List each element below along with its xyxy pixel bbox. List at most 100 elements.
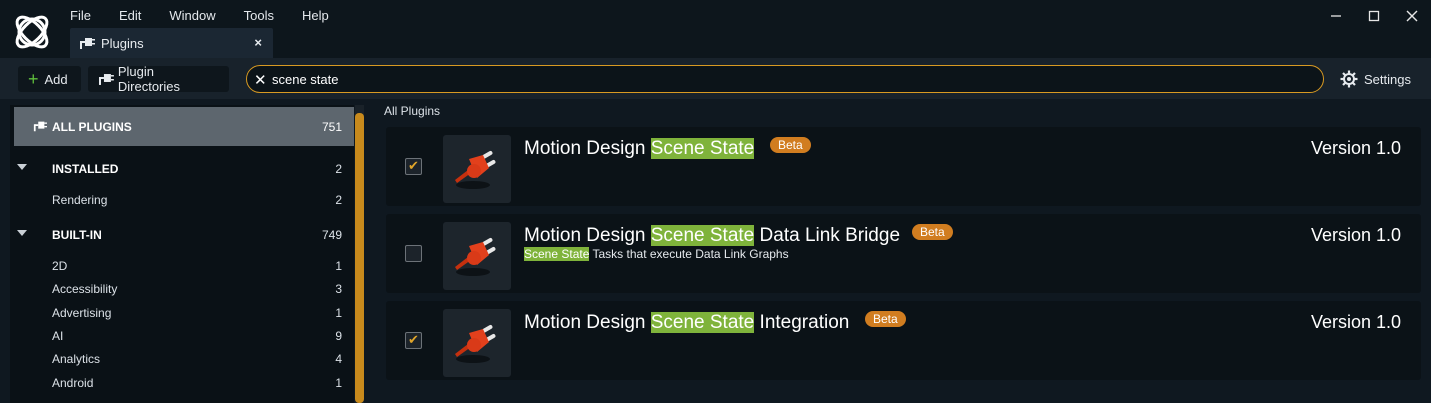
search-query: scene state — [272, 72, 339, 87]
title-bar: File Edit Window Tools Help Plugins × — [0, 0, 1431, 62]
app-logo-icon[interactable] — [10, 10, 54, 54]
checkmark-icon: ✔ — [408, 332, 419, 347]
sidebar-item-count: 2 — [335, 193, 342, 207]
sidebar-item-ai[interactable]: AI 9 — [14, 325, 348, 347]
sidebar-item-label: BUILT-IN — [52, 228, 102, 242]
clear-search-icon[interactable]: ✕ — [254, 71, 267, 89]
plugin-card[interactable]: ✔ Motion Design Scene State Beta Version… — [386, 127, 1421, 206]
plugin-description: Scene State Tasks that execute Data Link… — [524, 247, 789, 261]
plugin-name-pre: Motion Design — [524, 138, 651, 159]
plugin-directories-label: Plugin Directories — [117, 64, 180, 94]
category-sidebar: ALL PLUGINS 751 INSTALLED 2 Rendering 2 … — [0, 99, 370, 403]
sidebar-scrollbar[interactable] — [355, 105, 364, 403]
plug-icon — [33, 121, 47, 132]
sidebar-item-count: 2 — [335, 162, 342, 176]
sidebar-item-count: 9 — [335, 329, 342, 343]
search-highlight: Scene State — [650, 225, 755, 246]
sidebar-item-label: 2D — [52, 259, 68, 273]
plugin-name-post: Integration — [754, 312, 850, 333]
plugin-name-pre: Motion Design — [524, 312, 651, 333]
menu-help[interactable]: Help — [302, 7, 329, 25]
settings-label: Settings — [1364, 71, 1411, 87]
enable-checkbox[interactable]: ✔ — [405, 332, 422, 349]
enable-checkbox[interactable]: ✔ — [405, 158, 422, 175]
list-heading: All Plugins — [384, 104, 441, 118]
checkmark-icon: ✔ — [408, 158, 419, 173]
minimize-icon — [1331, 15, 1341, 17]
maximize-button[interactable] — [1355, 0, 1393, 32]
sidebar-item-label: ALL PLUGINS — [52, 120, 132, 134]
sidebar-item-count: 3 — [335, 282, 342, 296]
plugin-version: Version 1.0 — [1310, 225, 1401, 245]
plug-icon — [98, 74, 114, 85]
sidebar-item-count: 749 — [321, 228, 342, 242]
sidebar-item-label: INSTALLED — [52, 162, 119, 176]
plugin-name: Motion Design Scene State — [524, 138, 755, 160]
sidebar-item-count: 4 — [335, 352, 342, 366]
add-button[interactable]: + Add — [18, 66, 81, 92]
plugin-directories-button[interactable]: Plugin Directories — [88, 64, 229, 94]
gear-icon — [1340, 70, 1358, 88]
beta-badge: Beta — [912, 224, 953, 240]
tab-close-button[interactable]: × — [254, 35, 262, 50]
close-window-button[interactable] — [1393, 0, 1431, 32]
plug-icon — [455, 325, 496, 363]
plugin-version: Version 1.0 — [1310, 312, 1401, 332]
sidebar-section-built-in[interactable]: BUILT-IN 749 — [14, 224, 348, 246]
plus-icon: + — [28, 69, 39, 89]
search-highlight: Scene State — [650, 138, 755, 159]
sidebar-item-android[interactable]: Android 1 — [14, 372, 348, 394]
chevron-down-icon[interactable] — [17, 164, 27, 170]
sidebar-item-analytics[interactable]: Analytics 4 — [14, 348, 348, 370]
menu-tools[interactable]: Tools — [244, 7, 274, 25]
sidebar-item-rendering[interactable]: Rendering 2 — [14, 189, 348, 211]
sidebar-item-label: Advertising — [52, 306, 112, 320]
plug-icon — [80, 38, 95, 49]
add-button-label: Add — [44, 71, 68, 87]
sidebar-item-2d[interactable]: 2D 1 — [14, 255, 348, 277]
menu-edit[interactable]: Edit — [119, 7, 141, 25]
plugin-list: All Plugins ✔ Motion Design Scene State … — [376, 99, 1431, 403]
search-highlight: Scene State — [650, 312, 755, 333]
plugin-name: Motion Design Scene State Integration — [524, 312, 849, 334]
plugin-description-text: Tasks that execute Data Link Graphs — [589, 247, 789, 261]
scrollbar-thumb[interactable] — [355, 113, 364, 403]
plugin-name-pre: Motion Design — [524, 225, 651, 246]
close-icon — [1406, 10, 1418, 22]
sidebar-item-advertising[interactable]: Advertising 1 — [14, 302, 348, 324]
search-input[interactable]: ✕ scene state — [246, 65, 1324, 93]
menu-window[interactable]: Window — [169, 7, 215, 25]
beta-badge: Beta — [865, 311, 906, 327]
beta-badge: Beta — [770, 137, 811, 153]
search-highlight: Scene State — [524, 247, 590, 261]
sidebar-item-label: Rendering — [52, 193, 108, 207]
tab-plugins[interactable]: Plugins × — [70, 28, 273, 58]
plugin-name: Motion Design Scene State Data Link Brid… — [524, 225, 900, 247]
sidebar-item-label: Analytics — [52, 352, 101, 366]
sidebar-item-all-plugins[interactable]: ALL PLUGINS 751 — [14, 107, 354, 146]
plug-icon — [455, 238, 496, 276]
sidebar-item-label: Accessibility — [52, 282, 118, 296]
plugin-name-post: Data Link Bridge — [754, 225, 901, 246]
enable-checkbox[interactable] — [405, 245, 422, 262]
plugin-card[interactable]: ✔ Motion Design Scene State Integration … — [386, 301, 1421, 380]
menu-bar: File Edit Window Tools Help — [70, 7, 357, 25]
sidebar-item-count: 1 — [335, 259, 342, 273]
sidebar-item-label: Android — [52, 376, 94, 390]
minimize-button[interactable] — [1317, 0, 1355, 32]
plug-icon — [455, 151, 496, 189]
tab-label: Plugins — [101, 36, 144, 51]
sidebar-item-count: 1 — [335, 376, 342, 390]
menu-file[interactable]: File — [70, 7, 91, 25]
plugin-thumbnail — [443, 222, 511, 290]
sidebar-item-label: AI — [52, 329, 64, 343]
chevron-down-icon[interactable] — [17, 230, 27, 236]
toolbar: + Add Plugin Directories ✕ scene state S… — [0, 58, 1431, 99]
window-controls — [1317, 0, 1431, 32]
sidebar-section-installed[interactable]: INSTALLED 2 — [14, 158, 348, 180]
sidebar-item-count: 751 — [321, 120, 342, 134]
settings-button[interactable]: Settings — [1340, 70, 1411, 88]
sidebar-item-accessibility[interactable]: Accessibility 3 — [14, 278, 348, 300]
plugin-version: Version 1.0 — [1310, 138, 1401, 158]
plugin-card[interactable]: Motion Design Scene State Data Link Brid… — [386, 214, 1421, 293]
